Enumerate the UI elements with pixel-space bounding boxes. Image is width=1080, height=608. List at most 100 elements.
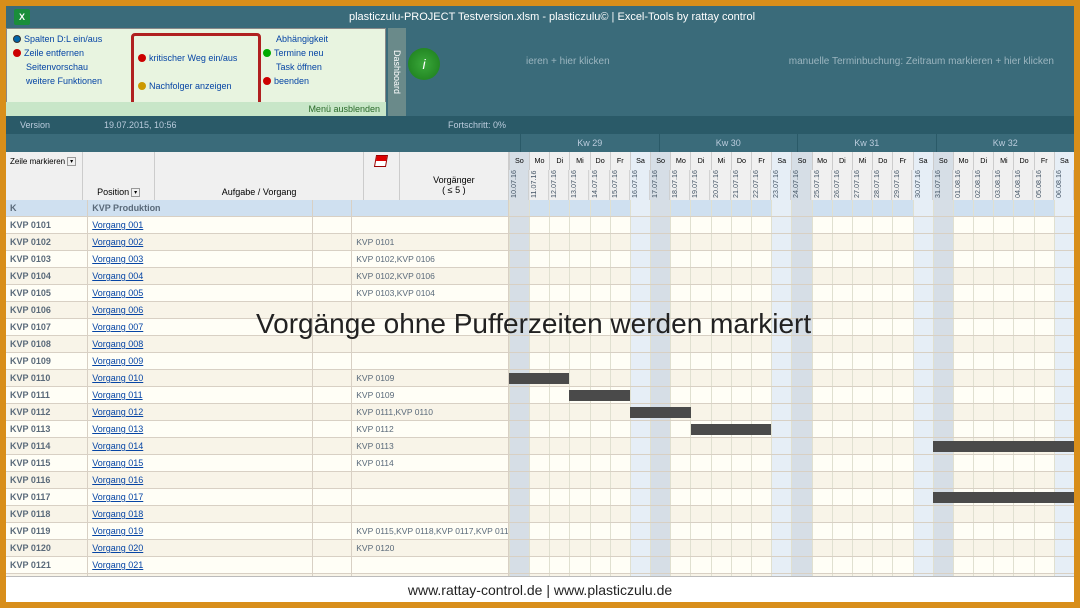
menu-item[interactable]: Task öffnen [261, 61, 381, 73]
menu-item[interactable]: Termine neu [261, 47, 381, 59]
flag-icon[interactable] [374, 155, 388, 167]
task-row[interactable]: KVP 0103Vorgang 003KVP 0102,KVP 0106 [6, 251, 1074, 268]
gantt-area[interactable] [509, 387, 1074, 403]
gantt-bar[interactable] [691, 424, 772, 435]
mark-row-toggle[interactable]: Zeile markieren▾ [6, 152, 83, 170]
gantt-area[interactable] [509, 404, 1074, 420]
task-row[interactable]: KVP 0114Vorgang 014KVP 0113 [6, 438, 1074, 455]
gantt-area[interactable] [509, 319, 1074, 335]
task-name[interactable]: Vorgang 008 [88, 336, 313, 352]
task-name[interactable]: Vorgang 012 [88, 404, 313, 420]
menu-item[interactable]: Nachfolger anzeigen [136, 80, 256, 92]
menu-hide[interactable]: Menü ausblenden [6, 102, 386, 116]
chevron-down-icon[interactable]: ▾ [67, 157, 76, 166]
task-name[interactable]: Vorgang 011 [88, 387, 313, 403]
menu-item[interactable]: Abhängigkeit [261, 33, 381, 45]
task-row[interactable]: KVP 0109Vorgang 009 [6, 353, 1074, 370]
gantt-area[interactable] [509, 523, 1074, 539]
task-name[interactable]: Vorgang 015 [88, 455, 313, 471]
menu-item[interactable]: Spalten D:L ein/aus [11, 33, 131, 45]
gantt-area[interactable] [509, 472, 1074, 488]
task-row[interactable]: KVP 0120Vorgang 020KVP 0120 [6, 540, 1074, 557]
task-name[interactable]: Vorgang 005 [88, 285, 313, 301]
gantt-area[interactable] [509, 285, 1074, 301]
day-cell: Do [872, 152, 892, 170]
col-aufgabe[interactable]: Aufgabe / Vorgang [155, 170, 363, 200]
task-id: KVP 0116 [6, 472, 88, 488]
task-name[interactable]: Vorgang 019 [88, 523, 313, 539]
gantt-area[interactable] [509, 370, 1074, 386]
task-row[interactable]: KVP 0112Vorgang 012KVP 0111,KVP 0110 [6, 404, 1074, 421]
gantt-area[interactable] [509, 353, 1074, 369]
gantt-area[interactable] [509, 506, 1074, 522]
task-row[interactable]: KVP 0105Vorgang 005KVP 0103,KVP 0104 [6, 285, 1074, 302]
task-pred: KVP 0120 [352, 540, 509, 556]
chevron-down-icon[interactable]: ▾ [131, 188, 140, 197]
gantt-area[interactable] [509, 217, 1074, 233]
task-name[interactable]: Vorgang 020 [88, 540, 313, 556]
task-name[interactable]: Vorgang 014 [88, 438, 313, 454]
task-row[interactable]: KVP 0104Vorgang 004KVP 0102,KVP 0106 [6, 268, 1074, 285]
task-row[interactable]: KVP 0119Vorgang 019KVP 0115,KVP 0118,KVP… [6, 523, 1074, 540]
task-row[interactable]: KVP 0111Vorgang 011KVP 0109 [6, 387, 1074, 404]
gantt-area[interactable] [509, 438, 1074, 454]
task-name[interactable]: Vorgang 017 [88, 489, 313, 505]
task-row[interactable]: KVP 0115Vorgang 015KVP 0114 [6, 455, 1074, 472]
task-row[interactable]: KVP 0117Vorgang 017 [6, 489, 1074, 506]
menu-item[interactable]: Zeile entfernen [11, 47, 131, 59]
gantt-area[interactable] [509, 540, 1074, 556]
task-name[interactable]: Vorgang 004 [88, 268, 313, 284]
task-row[interactable]: KVP 0121Vorgang 021 [6, 557, 1074, 574]
task-name[interactable]: Vorgang 002 [88, 234, 313, 250]
task-row[interactable]: KVP 0108Vorgang 008 [6, 336, 1074, 353]
task-pred: KVP 0112 [352, 421, 509, 437]
task-row[interactable]: KVP 0110Vorgang 010KVP 0109 [6, 370, 1074, 387]
gantt-area[interactable] [509, 421, 1074, 437]
gantt-area[interactable] [509, 557, 1074, 573]
task-name[interactable]: Vorgang 021 [88, 557, 313, 573]
menu-item[interactable]: weitere Funktionen [11, 75, 131, 87]
task-row[interactable]: KVP 0107Vorgang 007 [6, 319, 1074, 336]
gantt-area[interactable] [509, 489, 1074, 505]
task-row[interactable]: KVP 0101Vorgang 001 [6, 217, 1074, 234]
menu-item[interactable] [136, 38, 256, 50]
gantt-bar[interactable] [933, 492, 1074, 503]
gantt-area[interactable] [509, 234, 1074, 250]
task-row[interactable]: KVP 0118Vorgang 018 [6, 506, 1074, 523]
task-name[interactable]: Vorgang 009 [88, 353, 313, 369]
gantt-area[interactable] [509, 251, 1074, 267]
col-position[interactable]: Position▾ [83, 170, 156, 200]
task-name[interactable]: Vorgang 016 [88, 472, 313, 488]
gantt-area[interactable] [509, 268, 1074, 284]
gantt-area[interactable] [509, 336, 1074, 352]
info-icon[interactable]: i [408, 48, 440, 80]
date-cell: 21.07.16 [731, 170, 751, 200]
gantt-area[interactable] [509, 200, 1074, 216]
task-name[interactable]: Vorgang 006 [88, 302, 313, 318]
group-row[interactable]: KKVP Produktion [6, 200, 1074, 217]
task-name[interactable]: Vorgang 018 [88, 506, 313, 522]
menu-item[interactable]: kritischer Weg ein/aus [136, 52, 256, 64]
task-row[interactable]: KVP 0102Vorgang 002KVP 0101 [6, 234, 1074, 251]
task-row[interactable]: KVP 0113Vorgang 013KVP 0112 [6, 421, 1074, 438]
task-name[interactable]: Vorgang 013 [88, 421, 313, 437]
gantt-area[interactable] [509, 455, 1074, 471]
gantt-bar[interactable] [630, 407, 691, 418]
col-vorgaenger[interactable]: Vorgänger( ≤ 5 ) [400, 170, 509, 200]
task-pred: KVP 0114 [352, 455, 509, 471]
task-row[interactable]: KVP 0116Vorgang 016 [6, 472, 1074, 489]
gantt-bar[interactable] [569, 390, 630, 401]
task-name[interactable]: Vorgang 001 [88, 217, 313, 233]
gantt-bar[interactable] [933, 441, 1074, 452]
task-table[interactable]: KKVP ProduktionKVP 0101Vorgang 001KVP 01… [6, 200, 1074, 576]
task-name[interactable]: Vorgang 010 [88, 370, 313, 386]
gantt-bar[interactable] [509, 373, 570, 384]
menu-item[interactable] [136, 66, 256, 78]
menu-item[interactable]: Seitenvorschau [11, 61, 131, 73]
task-name[interactable]: Vorgang 003 [88, 251, 313, 267]
gantt-area[interactable] [509, 302, 1074, 318]
task-row[interactable]: KVP 0106Vorgang 006 [6, 302, 1074, 319]
menu-item[interactable]: beenden [261, 75, 381, 87]
dashboard-tab[interactable]: Dashboard [388, 28, 406, 116]
task-name[interactable]: Vorgang 007 [88, 319, 313, 335]
